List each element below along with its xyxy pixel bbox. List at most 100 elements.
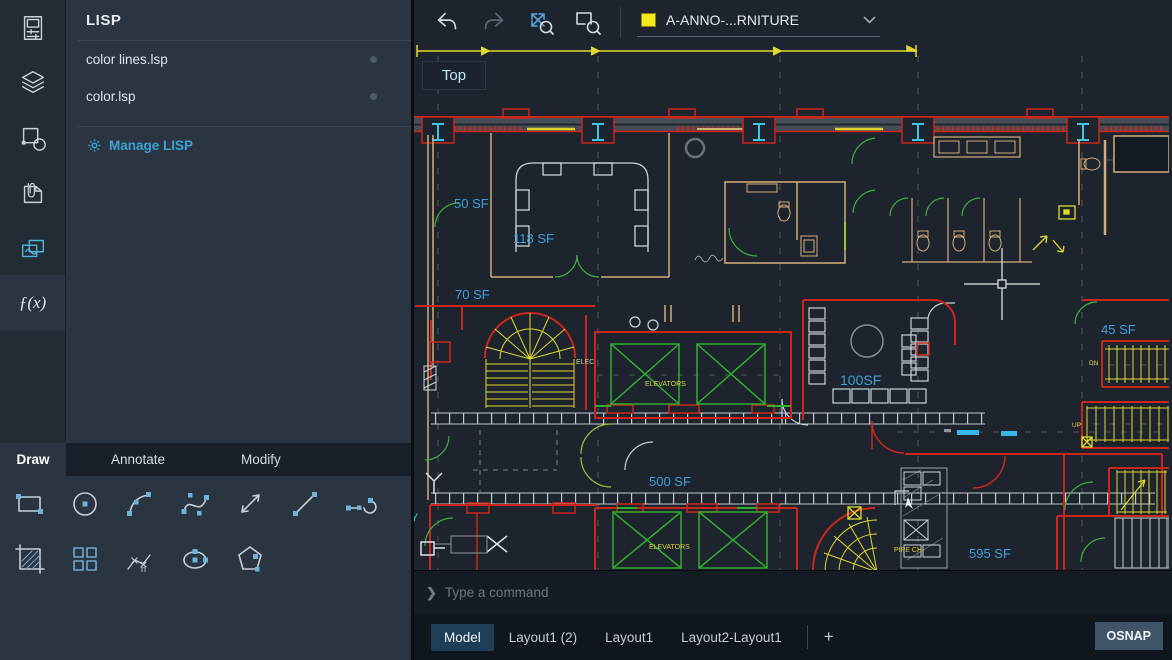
lisp-file-row[interactable]: color lines.lsp <box>66 41 411 78</box>
room-label: ELEC <box>576 359 594 366</box>
room-label: ELEVATORS <box>649 544 690 551</box>
draw-tool-divide[interactable]: n <box>122 541 158 577</box>
trace-image-icon <box>18 233 48 263</box>
chevron-down-icon <box>863 16 876 24</box>
draw-tools-panel: n <box>0 476 411 660</box>
draw-tool-hatch[interactable] <box>12 541 48 577</box>
sidebar: ƒ(x) LISP color lines.lsp color.lsp <box>0 0 414 660</box>
axis-label: Y <box>414 512 419 524</box>
room-label: PIPE CH. <box>894 547 924 554</box>
area-label: 118 SF <box>513 231 554 246</box>
ribbon-tabbar: Draw Annotate Modify <box>0 443 411 476</box>
tab-draw[interactable]: Draw <box>0 443 66 476</box>
draw-tool-polyline[interactable] <box>342 486 378 522</box>
lisp-file-name: color lines.lsp <box>86 52 168 67</box>
draw-tool-construction-line[interactable] <box>232 486 268 522</box>
area-label: 500 SF <box>649 474 691 489</box>
blocks-icon <box>18 123 48 153</box>
lisp-panel-title: LISP <box>66 12 411 29</box>
lisp-panel: LISP color lines.lsp color.lsp Manage <box>66 0 411 443</box>
floor-plan-drawing[interactable]: 50 SF 118 SF 70 SF 100SF 45 SF 500 SF 59… <box>414 0 1169 570</box>
sidebar-item-blocks[interactable] <box>0 110 65 165</box>
draw-tool-ellipse[interactable] <box>177 541 213 577</box>
viewcube-top-button[interactable]: Top <box>422 61 486 90</box>
canvas-toolbar: A-ANNO-...RNITURE <box>414 0 1172 44</box>
prompt-chevron-icon: ❯ <box>426 585 437 601</box>
draw-tool-spline[interactable] <box>177 486 213 522</box>
sidebar-item-attachments[interactable] <box>0 165 65 220</box>
left-icon-rail: ƒ(x) <box>0 0 66 443</box>
rail-spacer <box>0 330 65 443</box>
area-label: 70 SF <box>455 287 490 302</box>
sidebar-item-properties[interactable] <box>0 0 65 55</box>
viewport[interactable]: 50 SF 118 SF 70 SF 100SF 45 SF 500 SF 59… <box>414 0 1172 570</box>
add-layout-button[interactable]: + <box>818 627 840 647</box>
status-dot <box>370 93 377 100</box>
layer-dropdown[interactable]: A-ANNO-...RNITURE <box>637 8 880 37</box>
draw-tool-arc[interactable] <box>122 486 158 522</box>
arc-icon <box>122 486 158 522</box>
layout-tabbar: Model Layout1 (2) Layout1 Layout2-Layout… <box>414 614 1172 660</box>
osnap-toggle[interactable]: OSNAP <box>1095 622 1163 650</box>
zoom-window-button[interactable] <box>571 7 605 37</box>
room-label: DN <box>1089 360 1099 367</box>
insert-block-icon <box>67 541 103 577</box>
layer-color-swatch <box>641 13 656 27</box>
command-bar: ❯ <box>414 570 1172 614</box>
construction-line-icon <box>232 486 268 522</box>
status-dot <box>370 56 377 63</box>
toolbar-separator <box>620 7 621 37</box>
area-label: 595 SF <box>969 546 1011 561</box>
properties-icon <box>18 13 48 43</box>
room-label: UP <box>1072 422 1081 429</box>
sidebar-item-layers[interactable] <box>0 55 65 110</box>
redo-button[interactable] <box>477 7 511 37</box>
room-label: ELEVATORS <box>645 381 686 388</box>
undo-icon <box>432 8 462 36</box>
line-icon <box>287 486 323 522</box>
tab-modify[interactable]: Modify <box>218 443 304 476</box>
sidebar-item-functions-lisp[interactable]: ƒ(x) <box>0 275 65 330</box>
zoom-extents-button[interactable] <box>524 7 558 37</box>
area-label: 100SF <box>840 372 881 388</box>
command-input[interactable] <box>445 585 945 600</box>
hatch-icon <box>12 541 48 577</box>
manage-lisp-button[interactable]: Manage LISP <box>66 127 411 163</box>
zoom-window-icon <box>572 7 604 37</box>
tab-layout2-layout1[interactable]: Layout2-Layout1 <box>668 624 795 651</box>
drawing-area: 50 SF 118 SF 70 SF 100SF 45 SF 500 SF 59… <box>414 0 1172 660</box>
redo-icon <box>479 8 509 36</box>
tab-model[interactable]: Model <box>431 624 494 651</box>
tab-layout1-2[interactable]: Layout1 (2) <box>496 624 590 651</box>
draw-tool-polygon[interactable] <box>232 541 268 577</box>
divide-icon: n <box>122 541 158 577</box>
paperclip-document-icon <box>18 178 48 208</box>
spline-icon <box>177 486 213 522</box>
zoom-extents-icon <box>525 7 557 37</box>
fx-icon: ƒ(x) <box>19 293 46 313</box>
gear-icon <box>87 138 102 153</box>
tab-annotate[interactable]: Annotate <box>88 443 188 476</box>
draw-tool-insert-block[interactable] <box>67 541 103 577</box>
ellipse-icon <box>177 541 213 577</box>
draw-tool-line[interactable] <box>287 486 323 522</box>
tab-layout1[interactable]: Layout1 <box>592 624 666 651</box>
area-label: 50 SF <box>454 196 489 211</box>
lisp-file-name: color.lsp <box>86 89 136 104</box>
sidebar-item-trace[interactable] <box>0 220 65 275</box>
polyline-icon <box>342 486 378 522</box>
draw-tool-rectangle[interactable] <box>12 486 48 522</box>
rectangle-icon <box>12 486 48 522</box>
draw-tool-circle[interactable] <box>67 486 103 522</box>
lisp-file-row[interactable]: color.lsp <box>66 78 411 115</box>
layers-icon <box>18 68 48 98</box>
polygon-icon <box>232 541 268 577</box>
autocad-web-app: ƒ(x) LISP color lines.lsp color.lsp <box>0 0 1172 660</box>
svg-text:n: n <box>141 564 146 574</box>
area-label: 45 SF <box>1101 322 1136 337</box>
undo-button[interactable] <box>430 7 464 37</box>
layer-name: A-ANNO-...RNITURE <box>666 12 853 28</box>
circle-icon <box>67 486 103 522</box>
manage-lisp-label: Manage LISP <box>109 138 193 153</box>
tab-separator <box>807 625 808 649</box>
